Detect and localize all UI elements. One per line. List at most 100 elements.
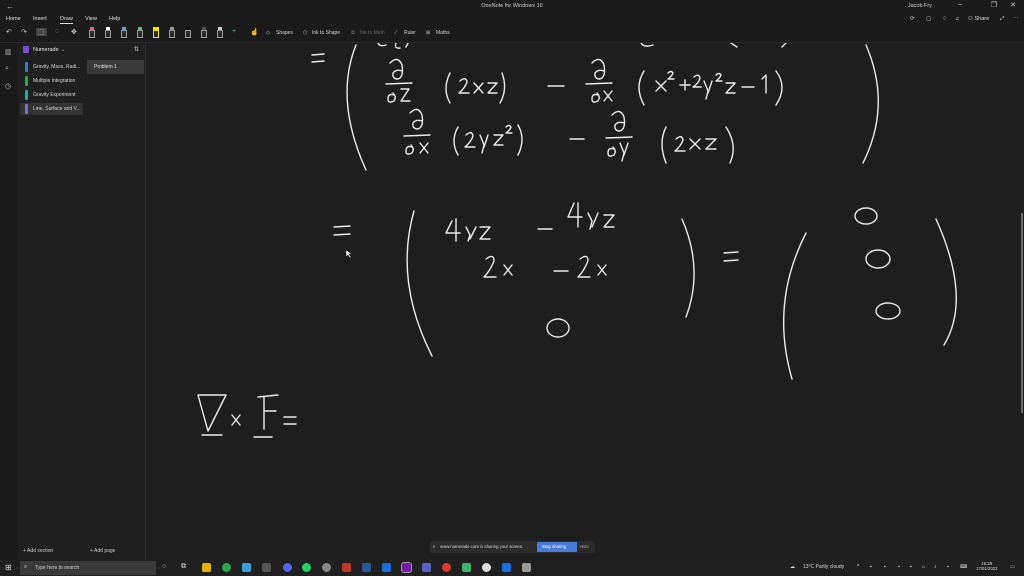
app-icon[interactable] — [462, 563, 471, 572]
tray-icon[interactable]: ▪ — [898, 564, 900, 570]
tray-icon[interactable]: ▪ — [884, 564, 886, 570]
shapes-button[interactable]: Shapes — [276, 30, 293, 36]
tray-icon[interactable]: ▪ — [947, 564, 949, 570]
section-label: Gravity Experiment — [33, 92, 76, 98]
add-page-button[interactable]: + Add page — [90, 548, 115, 554]
tab-view[interactable]: View — [85, 16, 97, 22]
section-item[interactable]: Line, Surface and V... — [20, 103, 83, 115]
tray-icon[interactable]: ▪ — [910, 564, 912, 570]
tab-home[interactable]: Home — [6, 16, 21, 22]
section-item[interactable]: Gravity, Mass, Radi... — [20, 61, 83, 73]
page-item[interactable]: Problem 1 — [87, 60, 144, 74]
notebooks-icon[interactable]: ▥ — [5, 48, 12, 56]
maths-icon[interactable]: ⊞ — [426, 30, 430, 36]
tray-icon[interactable]: ▪ — [870, 564, 872, 570]
word-icon[interactable] — [382, 563, 391, 572]
shapes-icon[interactable]: ◇ — [266, 30, 270, 36]
section-item[interactable]: Multiple Integration — [20, 75, 83, 87]
app-icon[interactable] — [522, 563, 531, 572]
teams-icon[interactable] — [422, 563, 431, 572]
sort-icon[interactable]: ⇅ — [134, 46, 139, 53]
onenote-icon[interactable] — [401, 562, 412, 573]
maximize-icon[interactable]: ❐ — [991, 1, 997, 9]
ink-to-shape-button[interactable]: Ink to Shape — [312, 30, 340, 36]
notifications-icon[interactable]: ▢ — [926, 16, 931, 22]
app-icon[interactable] — [242, 563, 251, 572]
discord-icon[interactable] — [283, 563, 292, 572]
file-explorer-icon[interactable] — [202, 563, 211, 572]
weather-text[interactable]: 13°C Partly cloudy — [803, 564, 844, 570]
recent-icon[interactable]: ◷ — [5, 82, 11, 90]
eraser-icon[interactable]: ◌ — [55, 28, 59, 35]
sharing-text: www.numerade.com is sharing your screen. — [440, 544, 524, 549]
highlighter-yellow[interactable] — [153, 27, 159, 39]
bell-icon[interactable]: ♫ — [955, 16, 959, 22]
close-icon[interactable]: ✕ — [1010, 1, 1016, 9]
app-icon[interactable] — [502, 563, 511, 572]
app-icon[interactable] — [342, 563, 351, 572]
clock[interactable]: 16:29 17/01/2022 — [976, 561, 998, 571]
sync-icon[interactable]: ⟳ — [910, 16, 915, 22]
chevron-down-icon[interactable]: ⌄ — [61, 47, 65, 53]
taskbar-search[interactable]: ⌕ Type here to search — [20, 561, 156, 575]
pen-pink[interactable] — [89, 27, 95, 39]
terminal-icon[interactable] — [262, 563, 271, 572]
more-icon[interactable]: ⋯ — [1013, 16, 1019, 22]
add-space-icon[interactable]: ✥ — [71, 28, 77, 36]
notebook-icon — [23, 46, 29, 53]
redo-icon[interactable]: ↷ — [21, 28, 27, 36]
pen-dark-grey[interactable] — [201, 27, 207, 39]
pen-silver[interactable] — [217, 27, 223, 39]
expand-icon[interactable]: ⤢ — [1000, 16, 1004, 23]
section-label: Line, Surface and V... — [33, 106, 81, 112]
tab-insert[interactable]: Insert — [33, 16, 47, 22]
vertical-scrollbar[interactable] — [1020, 43, 1024, 560]
network-icon[interactable]: ⌂ — [922, 564, 925, 570]
volume-icon[interactable]: ♪ — [934, 564, 937, 570]
ruler-button[interactable]: Ruler — [404, 30, 416, 36]
share-button[interactable]: ⚇ Share — [968, 16, 989, 22]
add-section-label: Add section — [27, 548, 54, 554]
search-placeholder: Type here to search — [35, 565, 80, 571]
windows-start-icon[interactable]: ⊞ — [5, 563, 12, 572]
notebook-name[interactable]: Numerade — [33, 47, 59, 53]
lasso-select-icon[interactable]: ⬚ — [36, 28, 47, 36]
search-icon[interactable]: ⌕ — [5, 65, 9, 73]
scrollbar-thumb[interactable] — [1021, 213, 1023, 413]
hide-button[interactable]: Hide — [580, 544, 589, 549]
tab-draw[interactable]: Draw — [60, 16, 73, 24]
task-view-icon[interactable]: ⧉ — [181, 563, 186, 571]
tray-chevron-icon[interactable]: ^ — [857, 564, 859, 570]
language-icon[interactable]: ⌨ — [960, 564, 967, 570]
handwriting-ink[interactable] — [146, 43, 1020, 560]
pen-blue[interactable] — [121, 27, 127, 39]
tab-help[interactable]: Help — [109, 16, 120, 22]
app-icon[interactable] — [322, 563, 331, 572]
pen-grey[interactable] — [169, 27, 175, 39]
notification-center-icon[interactable]: ▭ — [1010, 564, 1015, 570]
lightbulb-icon[interactable]: ♢ — [942, 16, 947, 22]
app-icon[interactable] — [362, 563, 371, 572]
cortana-icon[interactable]: ○ — [162, 563, 166, 570]
add-section-button[interactable]: + Add section — [23, 548, 53, 554]
undo-icon[interactable]: ↶ — [6, 28, 12, 36]
user-name[interactable]: Jacob Fry — [908, 3, 932, 9]
whatsapp-icon[interactable] — [302, 563, 311, 572]
section-label: Multiple Integration — [33, 78, 76, 84]
weather-icon[interactable]: ☁ — [790, 564, 795, 570]
touch-draw-icon[interactable]: ☝ — [250, 28, 259, 36]
ruler-icon[interactable]: ⟋ — [394, 30, 398, 36]
stop-sharing-button[interactable]: Stop sharing — [537, 542, 577, 552]
app-icon[interactable] — [482, 563, 491, 572]
pen-black[interactable] — [185, 27, 191, 39]
note-canvas[interactable] — [146, 43, 1020, 560]
ink-to-shape-icon[interactable]: ⬠ — [303, 30, 307, 36]
add-pen-icon[interactable]: + — [232, 28, 236, 35]
pen-white[interactable] — [105, 27, 111, 39]
maths-button[interactable]: Maths — [436, 30, 450, 36]
pen-green[interactable] — [137, 27, 143, 39]
section-item[interactable]: Gravity Experiment — [20, 89, 83, 101]
app-icon[interactable] — [442, 563, 451, 572]
minimize-icon[interactable]: – — [958, 1, 962, 8]
chrome-icon[interactable] — [222, 563, 231, 572]
